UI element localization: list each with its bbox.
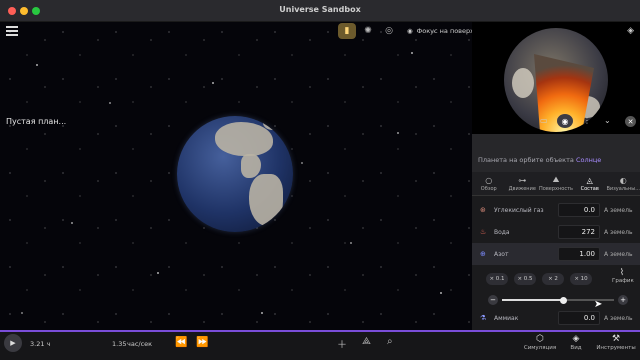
component-value-input[interactable]: 1.00 — [558, 247, 600, 261]
menu-icon[interactable] — [6, 26, 18, 36]
component-name: Аммиак — [494, 314, 519, 322]
motion-icon: ⊶ — [518, 175, 527, 185]
component-unit: А земель — [604, 314, 633, 322]
preview-globe — [504, 28, 608, 132]
component-name: Азот — [494, 250, 509, 258]
multiply-0-5-button[interactable]: × 0.5 — [514, 273, 536, 285]
tab-label: Состав — [580, 185, 599, 192]
list-item: ♨ Вода 272 А земель — [472, 221, 640, 243]
tab-label: Обзор — [480, 185, 497, 192]
orbit-subtitle: Планета на орбите объекта Солнце — [478, 156, 601, 164]
visuals-icon: ◐ — [619, 175, 627, 185]
tab-label: Визуальны... — [606, 185, 640, 192]
surface-icon: ⛰ — [552, 175, 560, 184]
component-unit: А земель — [604, 228, 633, 236]
multiply-2-button[interactable]: × 2 — [542, 273, 564, 285]
tab-label: Движение — [508, 185, 536, 192]
landmass — [215, 122, 273, 156]
composition-list: ⊛ Углекислый газ 0.0 А земель ♨ Вода 272… — [472, 197, 640, 330]
component-value-input[interactable]: 272 — [558, 225, 600, 239]
time-rate-unit: час/сек — [127, 340, 153, 348]
list-item: ⚗ Аммиак 0.0 А земель — [472, 307, 640, 329]
multiply-0-1-button[interactable]: × 0.1 — [486, 273, 508, 285]
rename-icon[interactable]: ▭ — [540, 116, 548, 125]
planet-cutaway-preview: ◈ — [472, 22, 640, 134]
component-unit: А земель — [604, 206, 633, 214]
play-button[interactable]: ▶ — [4, 334, 22, 352]
close-icon[interactable]: ✕ — [625, 116, 636, 127]
slider-fill — [502, 299, 564, 301]
window-title: Universe Sandbox — [279, 5, 361, 14]
ammonia-icon: ⚗ — [480, 314, 487, 322]
simulation-icon: ⬡ — [536, 334, 544, 344]
orbit-prefix: Планета на орбите объекта — [478, 156, 574, 164]
view-icon: ◈ — [572, 334, 580, 344]
co2-icon: ⊛ — [480, 206, 486, 214]
flashlight-icon[interactable]: ▮ — [338, 23, 356, 39]
list-item[interactable]: ⊕ Азот 1.00 А земель — [472, 243, 640, 265]
tools-label: Инструменты — [596, 345, 636, 351]
simulation-label: Симуляция — [523, 345, 557, 351]
view-label: Вид — [570, 345, 582, 351]
graph-button[interactable]: ⌇ График — [612, 268, 634, 284]
tab-label: Поверхность — [539, 186, 573, 192]
panel-tabs: ○ Обзор ⊶ Движение ⛰ Поверхность ◬ Состав ◐ В… — [472, 172, 640, 196]
landmass — [512, 68, 534, 98]
elapsed-time: 3.21 ч — [30, 340, 51, 348]
component-name: Углекислый газ — [494, 206, 544, 214]
component-value-input[interactable]: 0.0 — [558, 311, 600, 325]
graph-icon: ⌇ — [619, 268, 625, 278]
landmass — [249, 174, 283, 226]
tab-motion[interactable]: ⊶ Движение — [506, 172, 540, 195]
simulation-button[interactable]: ⬡ Симуляция — [520, 334, 560, 351]
value-slider[interactable]: − + — [488, 295, 628, 306]
nitrogen-icon: ⊕ — [480, 250, 486, 258]
tab-surface[interactable]: ⛰ Поверхность — [539, 172, 573, 195]
graph-label: График — [612, 278, 634, 284]
chevron-down-icon[interactable]: ⌄ — [604, 116, 611, 125]
list-item: ⊛ Углекислый газ 0.0 А земель — [472, 199, 640, 221]
multiplier-buttons: × 0.1 × 0.5 × 2 × 10 — [486, 273, 592, 285]
planet-earth[interactable] — [177, 116, 293, 232]
multiply-10-button[interactable]: × 10 — [570, 273, 592, 285]
more-icon[interactable]: ⋮ — [583, 116, 591, 125]
composition-icon: ◬ — [586, 175, 593, 185]
mouse-cursor-icon: ➤ — [594, 299, 603, 310]
add-icon[interactable]: ＋ — [337, 336, 347, 351]
orbit-icon[interactable]: ◎ — [380, 23, 398, 39]
overview-icon: ○ — [485, 175, 493, 185]
component-value-input[interactable]: 0.0 — [558, 203, 600, 217]
decrease-button[interactable]: − — [488, 295, 498, 305]
component-unit: А земель — [604, 250, 633, 258]
landmass — [263, 116, 283, 130]
increase-button[interactable]: + — [618, 295, 628, 305]
focus-icon: ◉ — [407, 27, 413, 35]
eye-icon[interactable]: ◉ — [557, 114, 573, 128]
title-bar: Universe Sandbox — [0, 0, 640, 22]
water-icon: ♨ — [480, 228, 487, 236]
tools-button[interactable]: ⚒ Инструменты — [594, 334, 638, 351]
sun-icon[interactable]: ✺ — [359, 23, 377, 39]
rewind-icon[interactable]: ⏪ — [175, 337, 187, 348]
tab-overview[interactable]: ○ Обзор — [472, 172, 506, 195]
space-viewport[interactable] — [0, 22, 472, 330]
layers-icon[interactable]: ◈ — [627, 26, 634, 36]
orbit-target-link[interactable]: Солнце — [576, 156, 601, 164]
tab-visuals[interactable]: ◐ Визуальны... — [606, 172, 640, 195]
connections-icon[interactable]: ⟁ — [362, 336, 371, 347]
time-rate-value: 1.35 — [112, 340, 127, 348]
component-name: Вода — [494, 228, 510, 236]
tools-icon: ⚒ — [611, 334, 621, 344]
fast-forward-icon[interactable]: ⏩ — [196, 337, 208, 348]
tab-composition[interactable]: ◬ Состав — [573, 172, 607, 195]
view-button[interactable]: ◈ Вид — [556, 334, 596, 351]
object-name[interactable]: Пустая план... — [6, 117, 66, 126]
slider-thumb[interactable] — [560, 296, 568, 304]
search-icon[interactable]: ⌕ — [387, 336, 393, 347]
